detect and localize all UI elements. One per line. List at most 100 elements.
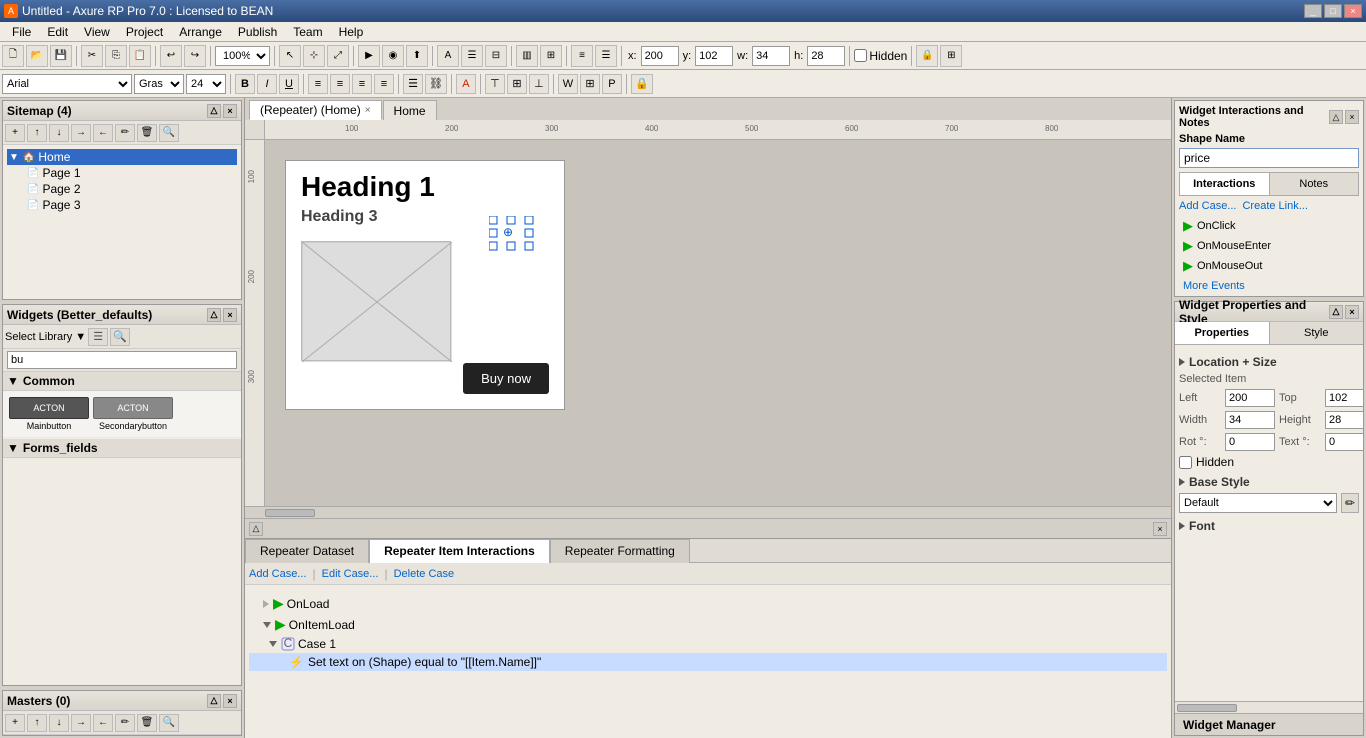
text-bot-btn[interactable]: ⊥ bbox=[529, 74, 549, 94]
menu-file[interactable]: File bbox=[4, 23, 39, 41]
sitemap-close-btn[interactable]: × bbox=[223, 104, 237, 118]
repeater-tab-formatting[interactable]: Repeater Formatting bbox=[550, 539, 690, 563]
wi-add-case-link[interactable]: Add Case... bbox=[1179, 200, 1236, 212]
widget-paste-btn[interactable]: P bbox=[602, 74, 622, 94]
widget-category-common[interactable]: ▼ Common bbox=[3, 372, 241, 391]
wi-close-btn[interactable]: × bbox=[1345, 110, 1359, 124]
arrange-btn[interactable]: ⊞ bbox=[540, 45, 562, 67]
sitemap-add-btn[interactable]: + bbox=[5, 124, 25, 142]
menu-view[interactable]: View bbox=[76, 23, 118, 41]
wi-event-onmouseenter[interactable]: ▶ OnMouseEnter bbox=[1179, 236, 1359, 256]
bullet-btn[interactable]: ☰ bbox=[595, 45, 617, 67]
select-btn[interactable]: ⊹ bbox=[303, 45, 325, 67]
wi-event-onclick[interactable]: ▶ OnClick bbox=[1179, 216, 1359, 236]
line-btn[interactable]: ≡ bbox=[571, 45, 593, 67]
props-text-input[interactable] bbox=[1325, 433, 1363, 451]
size-select[interactable]: 24 bbox=[186, 74, 226, 94]
widget-category-forms[interactable]: ▼ Forms_fields bbox=[3, 439, 241, 458]
sitemap-expand-btn[interactable]: △ bbox=[207, 104, 221, 118]
redo-btn[interactable]: ↪ bbox=[184, 45, 206, 67]
wi-event-onmouseout[interactable]: ▶ OnMouseOut bbox=[1179, 256, 1359, 276]
underline-btn[interactable]: U bbox=[279, 74, 299, 94]
shape-name-input[interactable] bbox=[1179, 148, 1359, 168]
repeater-edit-case-link[interactable]: Edit Case... bbox=[322, 568, 379, 580]
close-btn[interactable]: × bbox=[1344, 4, 1362, 18]
preview-btn[interactable]: ◉ bbox=[382, 45, 404, 67]
maximize-btn[interactable]: □ bbox=[1324, 4, 1342, 18]
canvas-content[interactable]: Heading 1 Heading 3 bbox=[265, 140, 1171, 506]
paste-btn[interactable]: 📋 bbox=[129, 45, 151, 67]
repeater-tab-interactions[interactable]: Repeater Item Interactions bbox=[369, 539, 550, 563]
widget-arrange-btn[interactable]: ⊞ bbox=[580, 74, 600, 94]
masters-indent-btn[interactable]: → bbox=[71, 714, 91, 732]
connect-btn[interactable]: ⤢ bbox=[327, 45, 349, 67]
wi-expand-btn[interactable]: △ bbox=[1329, 110, 1343, 124]
align-center-btn[interactable]: ≡ bbox=[330, 74, 350, 94]
masters-search-btn[interactable]: 🔍 bbox=[159, 714, 179, 732]
masters-expand-btn[interactable]: △ bbox=[207, 694, 221, 708]
canvas-tab-repeater-close[interactable]: × bbox=[365, 105, 371, 116]
tree-item-page2[interactable]: 📄 Page 2 bbox=[7, 181, 237, 197]
text-mid-btn[interactable]: ⊞ bbox=[507, 74, 527, 94]
menu-edit[interactable]: Edit bbox=[39, 23, 76, 41]
font-color-btn[interactable]: A bbox=[456, 74, 476, 94]
props-left-input[interactable] bbox=[1225, 389, 1275, 407]
wi-create-link-link[interactable]: Create Link... bbox=[1242, 200, 1307, 212]
canvas-page[interactable]: Heading 1 Heading 3 bbox=[285, 160, 565, 410]
zoom-select[interactable]: 100% bbox=[215, 46, 270, 66]
play-btn[interactable]: ▶ bbox=[358, 45, 380, 67]
widget-item-mainbutton[interactable]: ACTON Mainbutton bbox=[9, 397, 89, 431]
widget-style-btn[interactable]: W bbox=[558, 74, 578, 94]
open-btn[interactable]: 📂 bbox=[26, 45, 48, 67]
props-hidden-checkbox[interactable] bbox=[1179, 456, 1192, 469]
align-btn[interactable]: ☰ bbox=[461, 45, 483, 67]
x-input[interactable] bbox=[641, 46, 679, 66]
align-justify-btn[interactable]: ≡ bbox=[374, 74, 394, 94]
title-bar-controls[interactable]: _ □ × bbox=[1304, 4, 1362, 18]
style-select[interactable]: Gras Normal bbox=[134, 74, 184, 94]
menu-team[interactable]: Team bbox=[285, 23, 330, 41]
undo-btn[interactable]: ↩ bbox=[160, 45, 182, 67]
dist-btn[interactable]: ⊟ bbox=[485, 45, 507, 67]
props-scrollbar-h[interactable] bbox=[1175, 701, 1363, 713]
tree-item-page3[interactable]: 📄 Page 3 bbox=[7, 197, 237, 213]
more-events-link[interactable]: More Events bbox=[1179, 280, 1359, 292]
menu-project[interactable]: Project bbox=[118, 23, 171, 41]
list-btn[interactable]: ☰ bbox=[403, 74, 423, 94]
props-tab-style[interactable]: Style bbox=[1270, 322, 1364, 344]
props-expand-btn[interactable]: △ bbox=[1329, 305, 1343, 319]
font-select[interactable]: Default Arial bbox=[2, 74, 132, 94]
props-height-input[interactable] bbox=[1325, 411, 1363, 429]
props-close-btn[interactable]: × bbox=[1345, 305, 1359, 319]
sitemap-outdent-btn[interactable]: ← bbox=[93, 124, 113, 142]
minimize-btn[interactable]: _ bbox=[1304, 4, 1322, 18]
canvas-scrollbar-h[interactable] bbox=[245, 506, 1171, 518]
props-basestyle-btn[interactable]: ✏ bbox=[1341, 493, 1359, 513]
widget-item-secondarybutton[interactable]: ACTON Secondarybutton bbox=[93, 397, 173, 431]
save-btn[interactable]: 💾 bbox=[50, 45, 72, 67]
masters-outdent-btn[interactable]: ← bbox=[93, 714, 113, 732]
menu-help[interactable]: Help bbox=[331, 23, 372, 41]
props-scrollbar-thumb[interactable] bbox=[1177, 704, 1237, 712]
widget-manager-bar[interactable]: Widget Manager bbox=[1175, 713, 1363, 735]
wi-tab-interactions[interactable]: Interactions bbox=[1180, 173, 1270, 195]
menu-publish[interactable]: Publish bbox=[230, 23, 285, 41]
canvas-tab-repeater[interactable]: (Repeater) (Home) × bbox=[249, 100, 382, 120]
copy-btn[interactable]: ⎘ bbox=[105, 45, 127, 67]
masters-delete-btn[interactable]: 🗑 bbox=[137, 714, 157, 732]
tree-item-home[interactable]: ▼ 🏠 Home bbox=[7, 149, 237, 165]
props-section-basestyle[interactable]: Base Style bbox=[1179, 475, 1359, 489]
new-btn[interactable]: 🗋 bbox=[2, 45, 24, 67]
masters-close-btn[interactable]: × bbox=[223, 694, 237, 708]
canvas-buy-button[interactable]: Buy now bbox=[463, 363, 549, 394]
h-input[interactable] bbox=[807, 46, 845, 66]
repeater-collapse-btn[interactable]: △ bbox=[249, 522, 263, 536]
sitemap-delete-btn[interactable]: 🗑 bbox=[137, 124, 157, 142]
event-onitemload-row[interactable]: ▶ OnItemLoad bbox=[249, 614, 1167, 635]
props-section-font[interactable]: Font bbox=[1179, 519, 1359, 533]
wi-tab-notes[interactable]: Notes bbox=[1270, 173, 1359, 195]
widgets-close-btn[interactable]: × bbox=[223, 308, 237, 322]
masters-edit-btn[interactable]: ✏ bbox=[115, 714, 135, 732]
masters-add-btn[interactable]: + bbox=[5, 714, 25, 732]
sitemap-indent-btn[interactable]: → bbox=[71, 124, 91, 142]
